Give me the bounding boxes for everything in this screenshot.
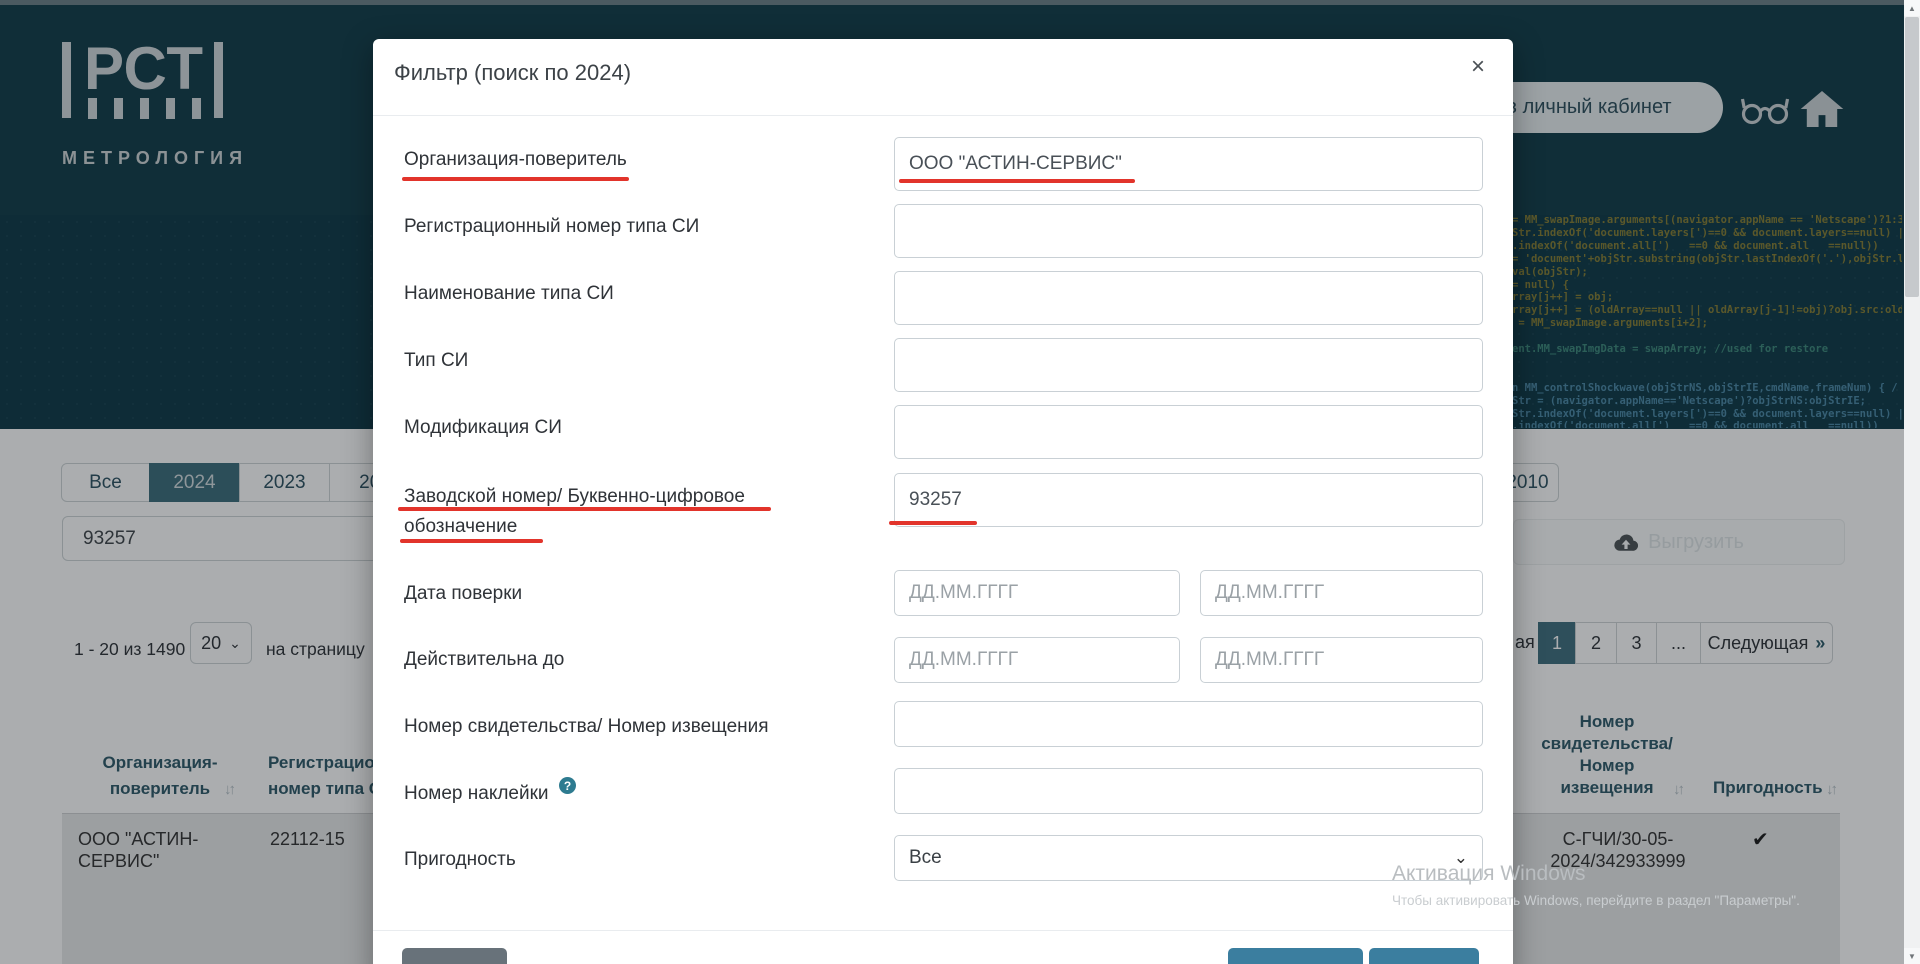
modal-header-divider — [373, 115, 1513, 116]
field-certificate — [894, 701, 1483, 747]
field-label-regnumber: Регистрационный номер типа СИ — [404, 216, 699, 238]
field-label-modification: Модификация СИ — [404, 417, 562, 439]
field-modification — [894, 405, 1483, 459]
filter-modal: Фильтр (поиск по 2024) × Организация-пов… — [373, 39, 1513, 964]
field-label-verification-date: Дата поверки — [404, 583, 522, 605]
reset-button[interactable] — [402, 948, 507, 964]
valid-until-to-input[interactable] — [1200, 637, 1483, 683]
red-underline — [400, 539, 543, 543]
verification-date-from-input[interactable] — [894, 570, 1180, 616]
scrollbar-thumb[interactable] — [1905, 17, 1919, 297]
typename-input[interactable] — [894, 271, 1483, 325]
fitness-select-value: Все — [909, 847, 942, 869]
search-submit-button[interactable] — [1228, 948, 1363, 964]
field-serial — [894, 473, 1483, 527]
verification-date-to-input[interactable] — [1200, 570, 1483, 616]
field-valid-until-to — [1200, 637, 1483, 683]
valid-until-from-input[interactable] — [894, 637, 1180, 683]
field-type — [894, 338, 1483, 392]
field-label-serial-line2: обозначение — [404, 516, 517, 538]
regnumber-input[interactable] — [894, 204, 1483, 258]
scrollbar-up-arrow-icon[interactable]: ▲ — [1904, 0, 1920, 16]
modification-input[interactable] — [894, 405, 1483, 459]
field-label-valid-until: Действительна до — [404, 649, 564, 671]
field-label-serial-line1: Заводской номер/ Буквенно-цифровое — [404, 486, 745, 508]
vertical-scrollbar[interactable]: ▲ ▼ — [1904, 0, 1920, 964]
fitness-select[interactable]: Все ⌄ — [894, 835, 1483, 881]
field-regnumber — [894, 204, 1483, 258]
field-label-organization: Организация-поверитель — [404, 149, 627, 171]
red-underline — [398, 507, 771, 511]
sticker-input[interactable] — [894, 768, 1483, 814]
scrollbar-down-arrow-icon[interactable]: ▼ — [1904, 948, 1920, 964]
modal-footer-divider — [373, 930, 1513, 931]
field-label-fitness: Пригодность — [404, 849, 516, 871]
field-label-typename: Наименование типа СИ — [404, 283, 614, 305]
red-underline — [402, 177, 629, 181]
certificate-input[interactable] — [894, 701, 1483, 747]
red-underline — [899, 179, 1135, 183]
help-icon[interactable]: ? — [559, 777, 576, 794]
chevron-down-icon: ⌄ — [1454, 848, 1468, 868]
field-valid-until-from — [894, 637, 1180, 683]
field-label-type: Тип СИ — [404, 350, 468, 372]
field-verification-date-from — [894, 570, 1180, 616]
close-button[interactable] — [1369, 948, 1479, 964]
field-sticker — [894, 768, 1483, 814]
field-label-certificate: Номер свидетельства/ Номер извещения — [404, 716, 769, 738]
field-verification-date-to — [1200, 570, 1483, 616]
close-icon[interactable]: × — [1471, 55, 1485, 79]
app-screen: РСТ МЕТРОЛОГИЯ в личный кабинет = MM_swa… — [0, 0, 1920, 964]
modal-title: Фильтр (поиск по 2024) — [394, 60, 631, 86]
serial-input[interactable] — [894, 473, 1483, 527]
field-label-sticker: Номер наклейки — [404, 783, 549, 805]
field-typename — [894, 271, 1483, 325]
red-underline — [889, 521, 977, 525]
type-input[interactable] — [894, 338, 1483, 392]
